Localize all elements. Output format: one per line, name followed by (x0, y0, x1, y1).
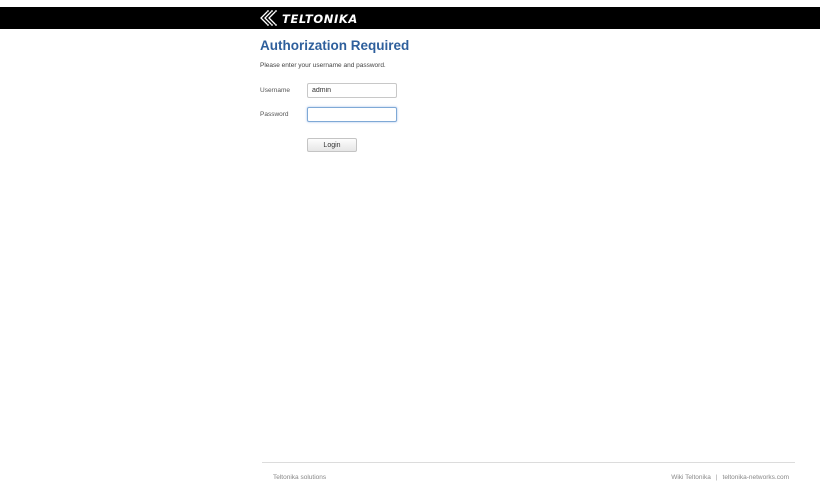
page-title: Authorization Required (260, 38, 410, 53)
footer-divider (262, 462, 795, 463)
footer-links: Wiki Teltonika | teltonika-networks.com (671, 474, 789, 481)
wiki-teltonika-link[interactable]: Wiki Teltonika (671, 474, 711, 481)
login-button[interactable]: Login (307, 138, 357, 152)
teltonika-logo-icon (259, 9, 281, 27)
teltonika-logo: TELTONIKA (259, 9, 358, 27)
password-label: Password (260, 111, 289, 118)
brand-name: TELTONIKA (282, 12, 358, 26)
password-input[interactable] (307, 107, 397, 122)
username-label: Username (260, 87, 290, 94)
header-bar: TELTONIKA (0, 7, 820, 29)
footer-company: Teltonika solutions (273, 474, 327, 481)
username-input[interactable] (307, 83, 397, 98)
teltonika-networks-link[interactable]: teltonika-networks.com (723, 474, 789, 481)
footer-separator: | (715, 474, 718, 481)
login-instructions: Please enter your username and password. (260, 62, 386, 69)
